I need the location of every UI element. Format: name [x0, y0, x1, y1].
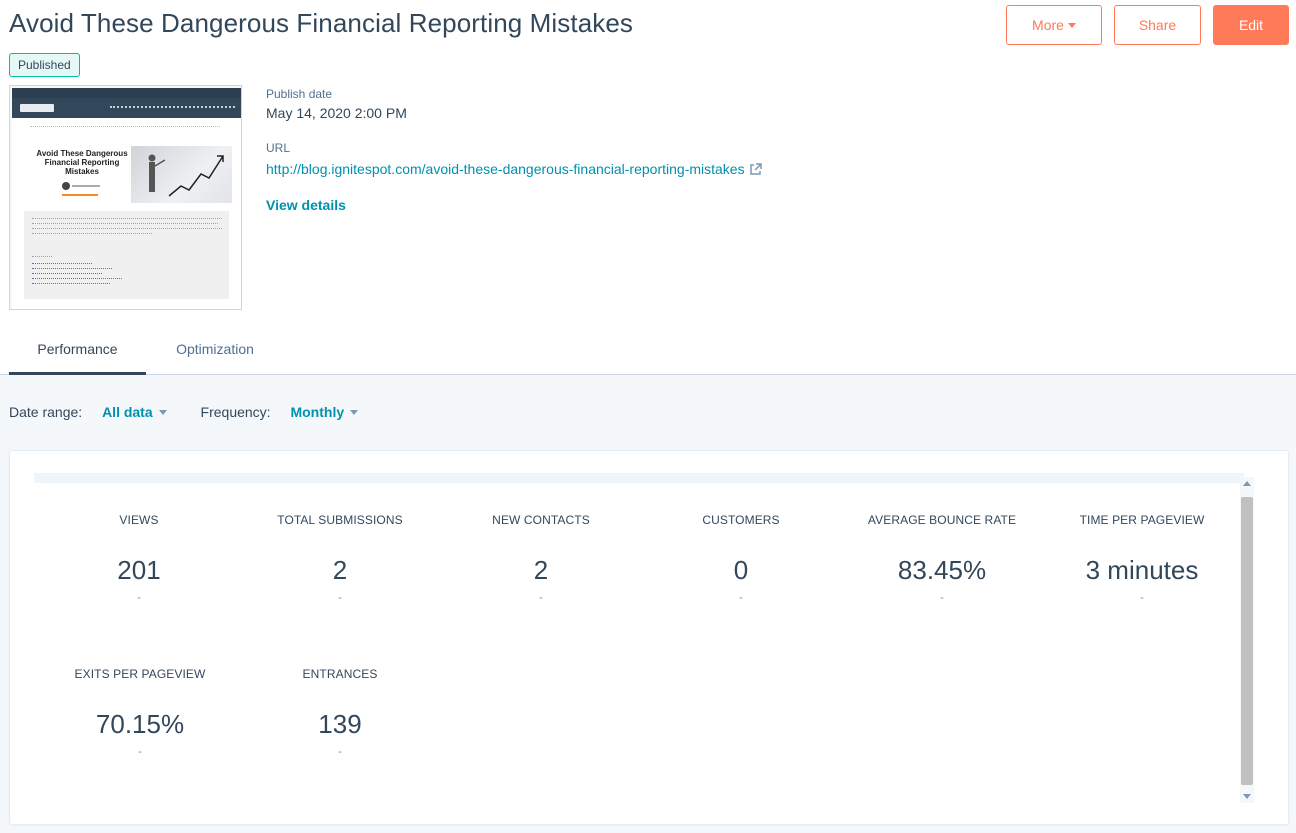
metric-label: AVERAGE BOUNCE RATE [867, 513, 1017, 527]
preview-text-link [32, 263, 92, 264]
metric-change: - [138, 744, 142, 758]
metric-change: - [137, 590, 141, 604]
preview-byline [72, 185, 100, 187]
preview-author-avatar [62, 182, 70, 190]
preview-hero-image [131, 146, 232, 203]
metric-total-submissions: TOTAL SUBMISSIONS 2 - [240, 513, 440, 604]
metric-time-per-pageview: TIME PER PAGEVIEW 3 minutes - [1042, 513, 1242, 604]
metrics-scrollbar[interactable] [1240, 477, 1254, 803]
caret-down-icon [1067, 22, 1076, 28]
date-range-label: Date range: [9, 404, 83, 420]
metric-views: VIEWS 201 - [39, 513, 239, 604]
date-range-value[interactable]: All data [102, 404, 153, 420]
preview-text-link [32, 283, 110, 284]
metric-new-contacts: NEW CONTACTS 2 - [441, 513, 641, 604]
scrollbar-thumb[interactable] [1241, 497, 1253, 785]
metric-value: 139 [318, 709, 362, 739]
preview-text-link [32, 273, 102, 274]
metric-label: NEW CONTACTS [492, 513, 590, 527]
preview-logo [20, 104, 54, 112]
external-link-icon[interactable] [749, 163, 762, 176]
metric-value: 2 [332, 555, 348, 585]
metric-label: CUSTOMERS [702, 513, 780, 527]
metric-average-bounce-rate: AVERAGE BOUNCE RATE 83.45% - [842, 513, 1042, 604]
metrics-grid: VIEWS 201 - TOTAL SUBMISSIONS 2 - NEW CO… [34, 473, 1266, 805]
page-preview-thumbnail[interactable]: Avoid These Dangerous Financial Reportin… [9, 85, 242, 310]
metric-exits-per-pageview: EXITS PER PAGEVIEW 70.15% - [40, 667, 240, 758]
publish-date-value: May 14, 2020 2:00 PM [266, 105, 407, 121]
preview-category [62, 194, 98, 196]
preview-text-line [32, 233, 152, 234]
more-button-label: More [1032, 17, 1064, 33]
preview-text-line [32, 228, 222, 229]
metric-customers: CUSTOMERS 0 - [641, 513, 841, 604]
url-link-text[interactable]: http://blog.ignitespot.com/avoid-these-d… [266, 161, 745, 177]
metric-label: VIEWS [119, 513, 159, 527]
card-header-strip [34, 473, 1244, 483]
filter-bar: Date range: All data Frequency: Monthly [9, 404, 359, 420]
preview-text-link [32, 268, 112, 269]
scroll-down-arrow-icon[interactable] [1243, 794, 1251, 799]
metric-change: - [338, 590, 342, 604]
metric-change: - [739, 590, 743, 604]
status-badge: Published [9, 53, 80, 77]
publish-date-block: Publish date May 14, 2020 2:00 PM [266, 87, 407, 121]
metric-value: 0 [733, 555, 749, 585]
metric-label: TIME PER PAGEVIEW [1079, 513, 1205, 527]
preview-text-line [32, 256, 52, 257]
metric-change: - [940, 590, 944, 604]
metric-value: 83.45% [897, 555, 987, 585]
preview-breadcrumbs [30, 126, 220, 128]
caret-down-icon[interactable] [350, 409, 359, 415]
url-link[interactable]: http://blog.ignitespot.com/avoid-these-d… [266, 161, 762, 177]
frequency-label: Frequency: [200, 404, 271, 420]
tab-bar: Performance Optimization [0, 327, 1296, 375]
scroll-up-arrow-icon[interactable] [1243, 481, 1251, 486]
publish-date-label: Publish date [266, 87, 333, 101]
metric-label: ENTRANCES [302, 667, 378, 681]
metric-value: 3 minutes [1085, 555, 1199, 585]
performance-panel: Date range: All data Frequency: Monthly … [0, 375, 1296, 833]
page-header: Avoid These Dangerous Financial Reportin… [0, 0, 1296, 320]
metric-value: 201 [117, 555, 161, 585]
metric-change: - [1140, 590, 1144, 604]
metric-entrances: ENTRANCES 139 - [240, 667, 440, 758]
preview-text-line [32, 223, 218, 224]
frequency-value[interactable]: Monthly [290, 404, 344, 420]
preview-text-line [32, 218, 222, 219]
metrics-card: VIEWS 201 - TOTAL SUBMISSIONS 2 - NEW CO… [9, 450, 1289, 825]
metric-label: TOTAL SUBMISSIONS [277, 513, 403, 527]
date-range-dropdown[interactable]: All data [86, 404, 167, 420]
share-button[interactable]: Share [1114, 5, 1201, 45]
growth-chart-icon [148, 154, 224, 197]
metric-value: 2 [533, 555, 549, 585]
view-details-link[interactable]: View details [266, 197, 346, 213]
frequency-dropdown[interactable]: Monthly [274, 404, 359, 420]
url-label: URL [266, 141, 291, 155]
metric-label: EXITS PER PAGEVIEW [74, 667, 206, 681]
metric-value: 70.15% [95, 709, 185, 739]
url-block: URL http://blog.ignitespot.com/avoid-the… [266, 141, 762, 177]
preview-top-bar [12, 88, 241, 98]
metric-change: - [539, 590, 543, 604]
more-button[interactable]: More [1006, 5, 1102, 45]
caret-down-icon[interactable] [158, 409, 167, 415]
preview-text-link [32, 278, 122, 279]
edit-button[interactable]: Edit [1213, 5, 1289, 45]
tab-performance[interactable]: Performance [9, 327, 146, 375]
tab-optimization[interactable]: Optimization [156, 327, 274, 375]
metric-change: - [338, 744, 342, 758]
preview-nav-links [110, 106, 235, 109]
preview-heading: Avoid These Dangerous Financial Reportin… [36, 149, 128, 176]
page-title: Avoid These Dangerous Financial Reportin… [9, 8, 634, 38]
preview-body [24, 211, 229, 299]
